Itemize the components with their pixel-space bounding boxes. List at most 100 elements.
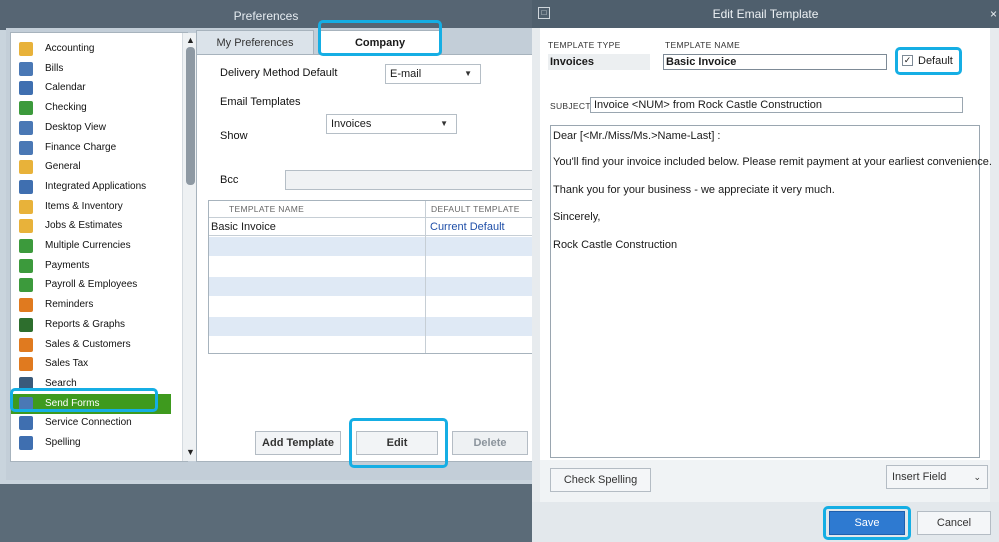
sidebar-item-items-inventory[interactable]: Items & Inventory bbox=[11, 197, 171, 217]
service-connection-icon bbox=[19, 416, 33, 431]
sidebar-item-label: Payments bbox=[45, 259, 90, 271]
table-row[interactable] bbox=[209, 257, 533, 276]
column-header-default-template[interactable]: DEFAULT TEMPLATE bbox=[431, 201, 520, 217]
sidebar-item-label: Jobs & Estimates bbox=[45, 220, 123, 232]
cancel-button[interactable]: Cancel bbox=[917, 511, 991, 535]
insert-field-select[interactable]: Insert Field ⌄ bbox=[886, 465, 988, 489]
sidebar-item-label: Integrated Applications bbox=[45, 180, 147, 192]
sidebar-item-label: Multiple Currencies bbox=[45, 240, 131, 251]
sidebar-item-label: Calendar bbox=[45, 82, 86, 94]
sidebar-item-reports-graphs[interactable]: Reports & Graphs bbox=[11, 315, 171, 335]
reminders-icon bbox=[19, 298, 33, 313]
body-line: Dear [<Mr./Miss/Ms.>Name-Last] : bbox=[553, 130, 721, 142]
checkmark-icon[interactable]: ✓ bbox=[902, 55, 913, 66]
edit-template-title: Edit Email Template bbox=[712, 7, 819, 21]
items-inventory-icon bbox=[19, 199, 33, 214]
check-spelling-button[interactable]: Check Spelling bbox=[550, 468, 651, 492]
calendar-icon bbox=[19, 81, 33, 96]
template-name-cell: Basic Invoice bbox=[211, 221, 276, 233]
preferences-title: Preferences bbox=[0, 0, 532, 30]
email-templates-label: Email Templates bbox=[220, 96, 301, 108]
send-forms-icon bbox=[19, 396, 33, 411]
sidebar-item-label: Sales & Customers bbox=[45, 338, 131, 350]
general-icon bbox=[19, 160, 33, 175]
body-line: You'll find your invoice included below.… bbox=[553, 156, 992, 168]
template-type-caption: TEMPLATE TYPE bbox=[548, 40, 621, 50]
sidebar-item-desktop-view[interactable]: Desktop View bbox=[11, 118, 171, 138]
table-row[interactable] bbox=[209, 297, 533, 316]
sidebar-item-reminders[interactable]: Reminders bbox=[11, 295, 171, 315]
sidebar-item-send-forms[interactable]: Send Forms bbox=[11, 393, 171, 414]
sidebar-item-label: Bills bbox=[45, 62, 64, 74]
sidebar-item-label: Payroll & Employees bbox=[45, 279, 138, 291]
sidebar-item-search[interactable]: Search bbox=[11, 374, 171, 394]
delivery-method-select[interactable]: E-mail ▼ bbox=[385, 64, 481, 84]
table-row[interactable] bbox=[209, 277, 533, 296]
chevron-down-icon: ▼ bbox=[440, 119, 448, 128]
sidebar-item-label: Reports & Graphs bbox=[45, 318, 126, 330]
accounting-icon bbox=[19, 42, 33, 56]
bills-icon bbox=[19, 61, 33, 76]
tab-company-preferences[interactable]: Company Preferences bbox=[318, 30, 442, 73]
delete-button[interactable]: Delete bbox=[452, 431, 528, 455]
table-row[interactable] bbox=[209, 237, 533, 256]
sidebar-item-payments[interactable]: Payments bbox=[11, 256, 171, 276]
save-button[interactable]: Save bbox=[829, 511, 905, 535]
edit-button[interactable]: Edit bbox=[356, 431, 438, 455]
tab-my-preferences[interactable]: My Preferences bbox=[196, 30, 314, 54]
email-body-textarea[interactable]: Dear [<Mr./Miss/Ms.>Name-Last] : You'll … bbox=[550, 125, 992, 458]
sidebar-item-label: Service Connection bbox=[45, 417, 132, 429]
sidebar-item-service-connection[interactable]: Service Connection bbox=[11, 413, 171, 433]
sidebar-item-sales-customers[interactable]: Sales & Customers bbox=[11, 335, 171, 355]
sidebar-item-jobs-estimates[interactable]: Jobs & Estimates bbox=[11, 216, 171, 236]
sidebar-item-sales-tax[interactable]: Sales Tax bbox=[11, 354, 171, 374]
sales-tax-icon bbox=[19, 357, 33, 372]
desktop-view-icon bbox=[19, 120, 33, 135]
bcc-input[interactable] bbox=[285, 170, 532, 190]
sidebar-item-accounting[interactable]: Accounting bbox=[11, 39, 171, 59]
sidebar-item-label: General bbox=[45, 161, 81, 173]
sidebar-item-multiple-currencies[interactable]: Multiple Currencies bbox=[11, 236, 171, 256]
bcc-label: Bcc bbox=[220, 174, 239, 186]
category-list: Accounting Bills Calendar Checking Desktop V… bbox=[10, 32, 198, 462]
default-checkbox[interactable]: ✓ Default bbox=[902, 53, 960, 69]
column-header-template-name[interactable]: TEMPLATE NAME bbox=[229, 201, 304, 217]
body-line: Rock Castle Construction bbox=[553, 239, 678, 251]
chevron-down-icon: ▼ bbox=[464, 69, 472, 78]
table-row[interactable]: Basic Invoice Current Default bbox=[209, 217, 533, 236]
sidebar-item-spelling[interactable]: Spelling bbox=[11, 433, 171, 453]
close-icon[interactable]: × bbox=[990, 0, 997, 28]
sidebar-item-label: Search bbox=[45, 377, 77, 389]
table-row[interactable] bbox=[209, 317, 533, 336]
window-menu-icon[interactable]: □ bbox=[538, 7, 550, 19]
sidebar-item-payroll-employees[interactable]: Payroll & Employees bbox=[11, 275, 171, 295]
template-type-value: Invoices bbox=[548, 54, 650, 70]
template-name-input[interactable]: Basic Invoice bbox=[663, 54, 887, 70]
sidebar-item-label: Desktop View bbox=[45, 121, 106, 133]
scrollbar-thumb[interactable] bbox=[186, 47, 195, 185]
column-divider bbox=[425, 201, 426, 353]
template-table: TEMPLATE NAME DEFAULT TEMPLATE Basic Inv… bbox=[208, 200, 533, 354]
preferences-window: Preferences Accounting Bills Calendar Check… bbox=[0, 0, 533, 484]
sidebar-item-label: Finance Charge bbox=[45, 141, 117, 153]
add-template-button[interactable]: Add Template bbox=[255, 431, 341, 455]
sidebar-item-integrated-applications[interactable]: Integrated Applications bbox=[11, 177, 171, 197]
sidebar-item-bills[interactable]: Bills bbox=[11, 59, 171, 79]
scroll-up-icon[interactable]: ▲ bbox=[186, 35, 195, 45]
sales-customers-icon bbox=[19, 337, 33, 352]
sidebar-item-label: Send Forms bbox=[45, 397, 100, 409]
subject-input[interactable]: Invoice <NUM> from Rock Castle Construct… bbox=[590, 97, 963, 113]
finance-charge-icon bbox=[19, 140, 33, 155]
jobs-estimates-icon bbox=[19, 219, 33, 234]
sidebar-item-checking[interactable]: Checking bbox=[11, 98, 171, 118]
edit-email-template-window: □ Edit Email Template × TEMPLATE TYPE In… bbox=[532, 0, 999, 542]
scroll-down-icon[interactable]: ▼ bbox=[186, 447, 195, 457]
show-select[interactable]: Invoices ▼ bbox=[326, 114, 457, 134]
subject-caption: SUBJECT bbox=[550, 101, 591, 111]
search-icon bbox=[19, 376, 33, 391]
sidebar-item-general[interactable]: General bbox=[11, 157, 171, 177]
sidebar-item-label: Checking bbox=[45, 102, 87, 114]
sidebar-item-finance-charge[interactable]: Finance Charge bbox=[11, 138, 171, 158]
body-line: Sincerely, bbox=[553, 211, 601, 223]
sidebar-item-calendar[interactable]: Calendar bbox=[11, 78, 171, 98]
